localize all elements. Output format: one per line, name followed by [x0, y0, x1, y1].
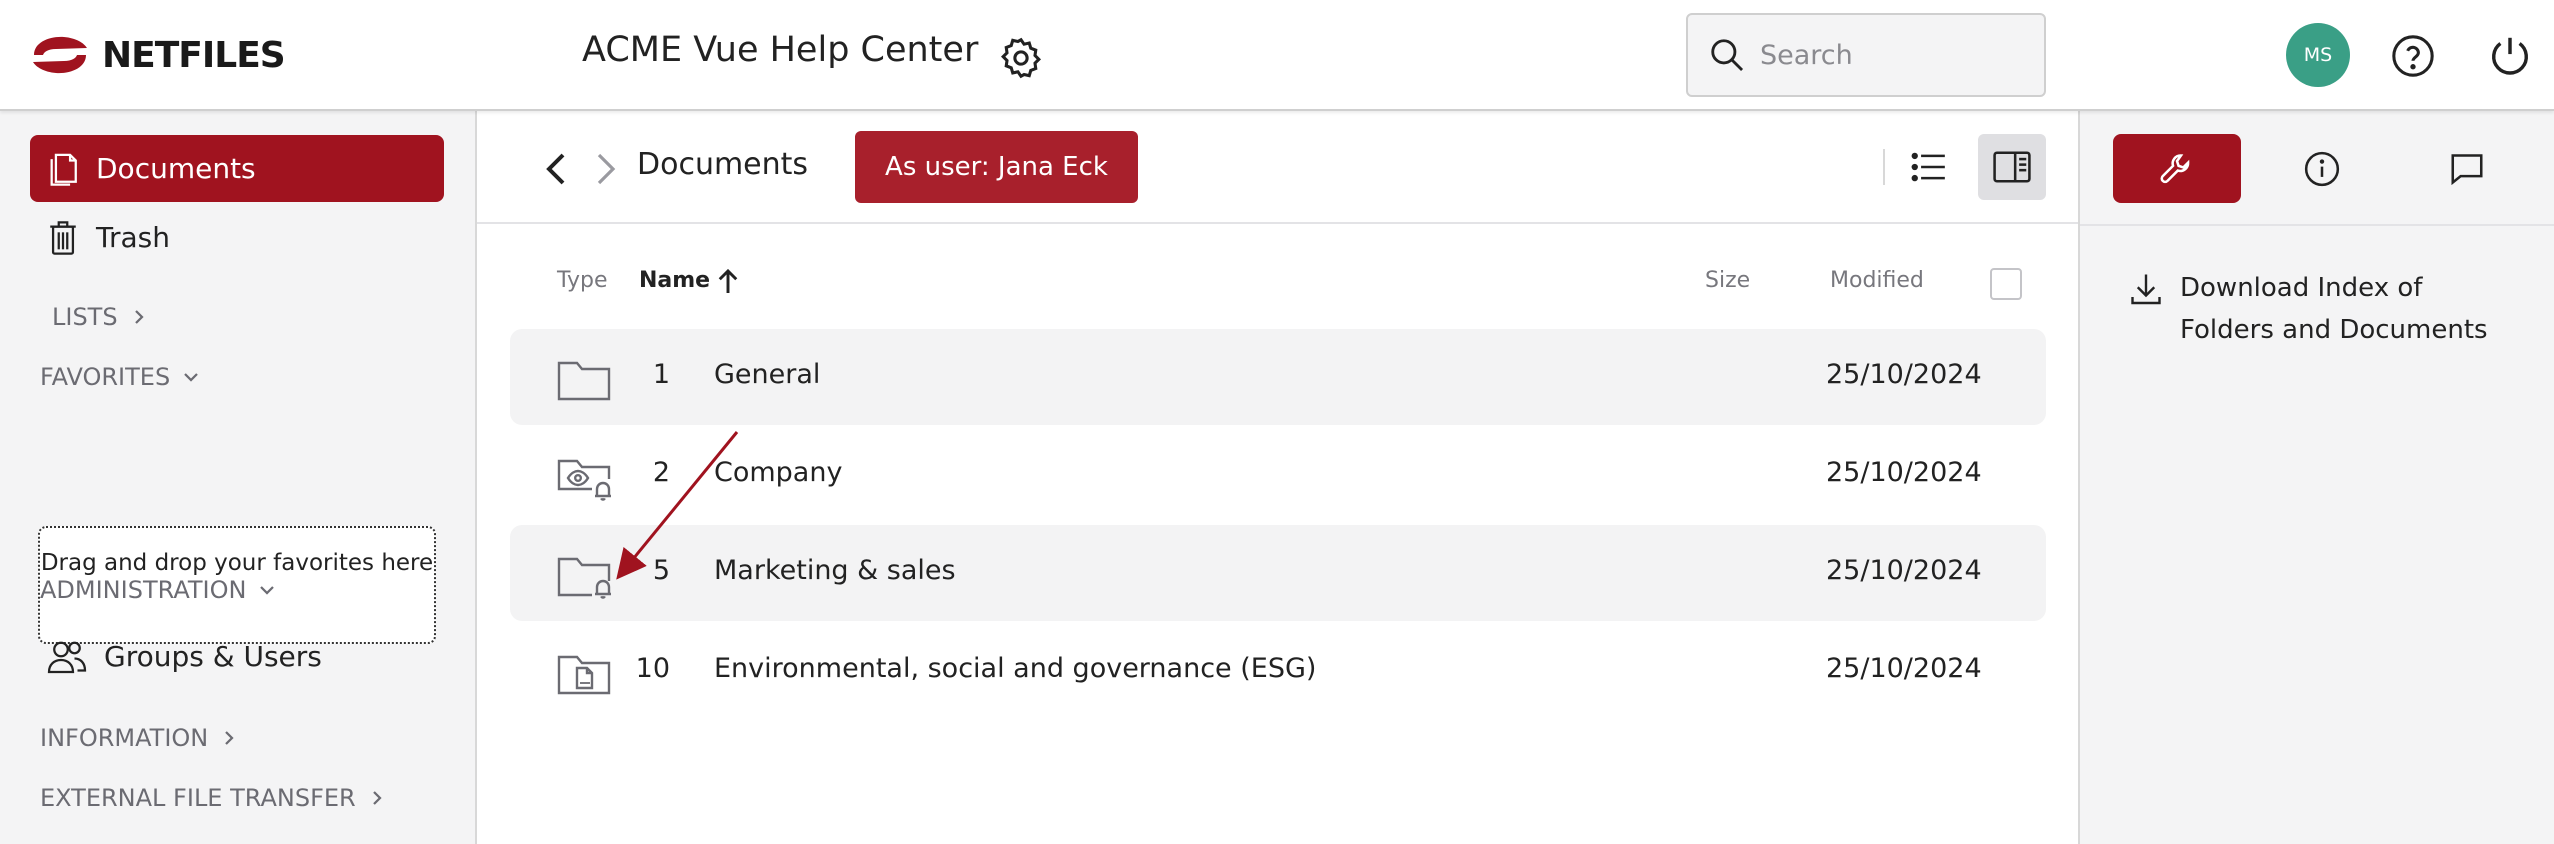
chevron-down-icon — [260, 586, 275, 595]
column-header-size[interactable]: Size — [1705, 268, 1750, 293]
divider — [2080, 224, 2554, 226]
power-icon[interactable] — [2487, 33, 2533, 79]
sidebar-item-trash[interactable]: Trash — [30, 204, 444, 271]
chevron-down-icon — [184, 373, 198, 382]
row-number: 1 — [652, 359, 670, 390]
folder-watch-bell-icon — [557, 459, 611, 501]
table-row[interactable]: 10 Environmental, social and governance … — [510, 623, 2046, 719]
breadcrumb-current[interactable]: Documents — [637, 147, 808, 182]
row-modified: 25/10/2024 — [1826, 359, 1982, 390]
table-row[interactable]: 2 Company 25/10/2024 — [510, 427, 2046, 523]
section-label: LISTS — [52, 303, 118, 331]
logo-text: NETFILES — [102, 34, 286, 76]
folder-pdf-icon — [557, 655, 611, 695]
column-header-name[interactable]: Name — [639, 268, 710, 293]
download-index-action[interactable]: Download Index of Folders and Documents — [2128, 267, 2510, 351]
chevron-right-icon — [597, 153, 616, 185]
app-title: ACME Vue Help Center — [582, 30, 979, 70]
section-label: EXTERNAL FILE TRANSFER — [40, 784, 356, 812]
help-icon[interactable] — [2390, 33, 2436, 79]
search-box[interactable] — [1686, 13, 2046, 97]
list-view-button[interactable] — [1895, 134, 1963, 200]
netfiles-logo-icon — [33, 36, 87, 74]
netfiles-logo[interactable]: NETFILES — [30, 34, 286, 76]
documents-icon — [50, 153, 77, 186]
main-content: Documents As user: Jana Eck Type Name Si… — [477, 111, 2078, 844]
row-name[interactable]: General — [714, 359, 820, 390]
back-arrow-icon[interactable] — [543, 151, 567, 187]
sidebar-item-label: Trash — [96, 221, 170, 254]
section-administration[interactable]: ADMINISTRATION — [40, 576, 276, 604]
section-lists[interactable]: LISTS — [52, 303, 148, 331]
divider — [1883, 149, 1885, 185]
comment-icon — [2451, 153, 2483, 185]
row-name[interactable]: Marketing & sales — [714, 555, 956, 586]
row-modified: 25/10/2024 — [1826, 457, 1982, 488]
section-favorites[interactable]: FAVORITES — [40, 363, 200, 391]
tab-info[interactable] — [2258, 134, 2386, 203]
folder-bell-icon — [557, 557, 611, 599]
row-name[interactable]: Company — [714, 457, 842, 488]
preview-pane-button[interactable] — [1978, 134, 2046, 200]
table-row[interactable]: 5 Marketing & sales 25/10/2024 — [510, 525, 2046, 621]
column-header-modified[interactable]: Modified — [1830, 268, 1924, 293]
trash-icon — [50, 220, 76, 255]
row-number: 2 — [652, 457, 670, 488]
breadcrumb: Documents As user: Jana Eck — [477, 111, 2078, 224]
search-icon — [1711, 39, 1744, 72]
section-label: INFORMATION — [40, 724, 209, 752]
gear-icon[interactable] — [998, 35, 1044, 81]
tab-tools[interactable] — [2113, 134, 2241, 203]
table-row[interactable]: 1 General 25/10/2024 — [510, 329, 2046, 425]
folder-icon — [557, 361, 611, 401]
section-label: FAVORITES — [40, 363, 171, 391]
tab-comments[interactable] — [2403, 134, 2531, 203]
wrench-icon — [2160, 153, 2190, 183]
section-information[interactable]: INFORMATION — [40, 724, 238, 752]
as-user-button[interactable]: As user: Jana Eck — [855, 131, 1138, 203]
right-panel: Download Index of Folders and Documents — [2078, 111, 2554, 844]
row-modified: 25/10/2024 — [1826, 555, 1982, 586]
select-all-checkbox[interactable] — [1990, 268, 2022, 300]
row-number: 10 — [635, 653, 670, 684]
search-input[interactable] — [1760, 39, 2020, 71]
sidebar-item-label: Documents — [96, 152, 256, 185]
left-sidebar: Documents Trash LISTS FAVORITES Drag and… — [0, 111, 477, 844]
section-label: ADMINISTRATION — [40, 576, 247, 604]
column-header-type[interactable]: Type — [557, 268, 608, 293]
download-icon — [2131, 274, 2161, 305]
users-icon — [47, 641, 87, 673]
download-index-label: Download Index of Folders and Documents — [2180, 273, 2488, 345]
section-external-file-transfer[interactable]: EXTERNAL FILE TRANSFER — [40, 784, 386, 812]
list-view-icon — [1911, 152, 1945, 182]
sidebar-item-groups-users[interactable]: Groups & Users — [30, 623, 444, 690]
info-icon — [2304, 151, 2340, 186]
top-bar: NETFILES ACME Vue Help Center MS — [0, 0, 2554, 111]
row-modified: 25/10/2024 — [1826, 653, 1982, 684]
sidebar-item-label: Groups & Users — [104, 640, 322, 673]
sidebar-item-documents[interactable]: Documents — [30, 135, 444, 202]
split-pane-icon — [1993, 151, 2031, 183]
chevron-right-icon — [134, 310, 144, 324]
row-name[interactable]: Environmental, social and governance (ES… — [714, 653, 1316, 684]
chevron-right-icon — [225, 731, 234, 745]
avatar[interactable]: MS — [2286, 23, 2350, 87]
chevron-right-icon — [372, 791, 382, 805]
sort-ascending-icon[interactable] — [717, 269, 739, 295]
row-number: 5 — [652, 555, 670, 586]
